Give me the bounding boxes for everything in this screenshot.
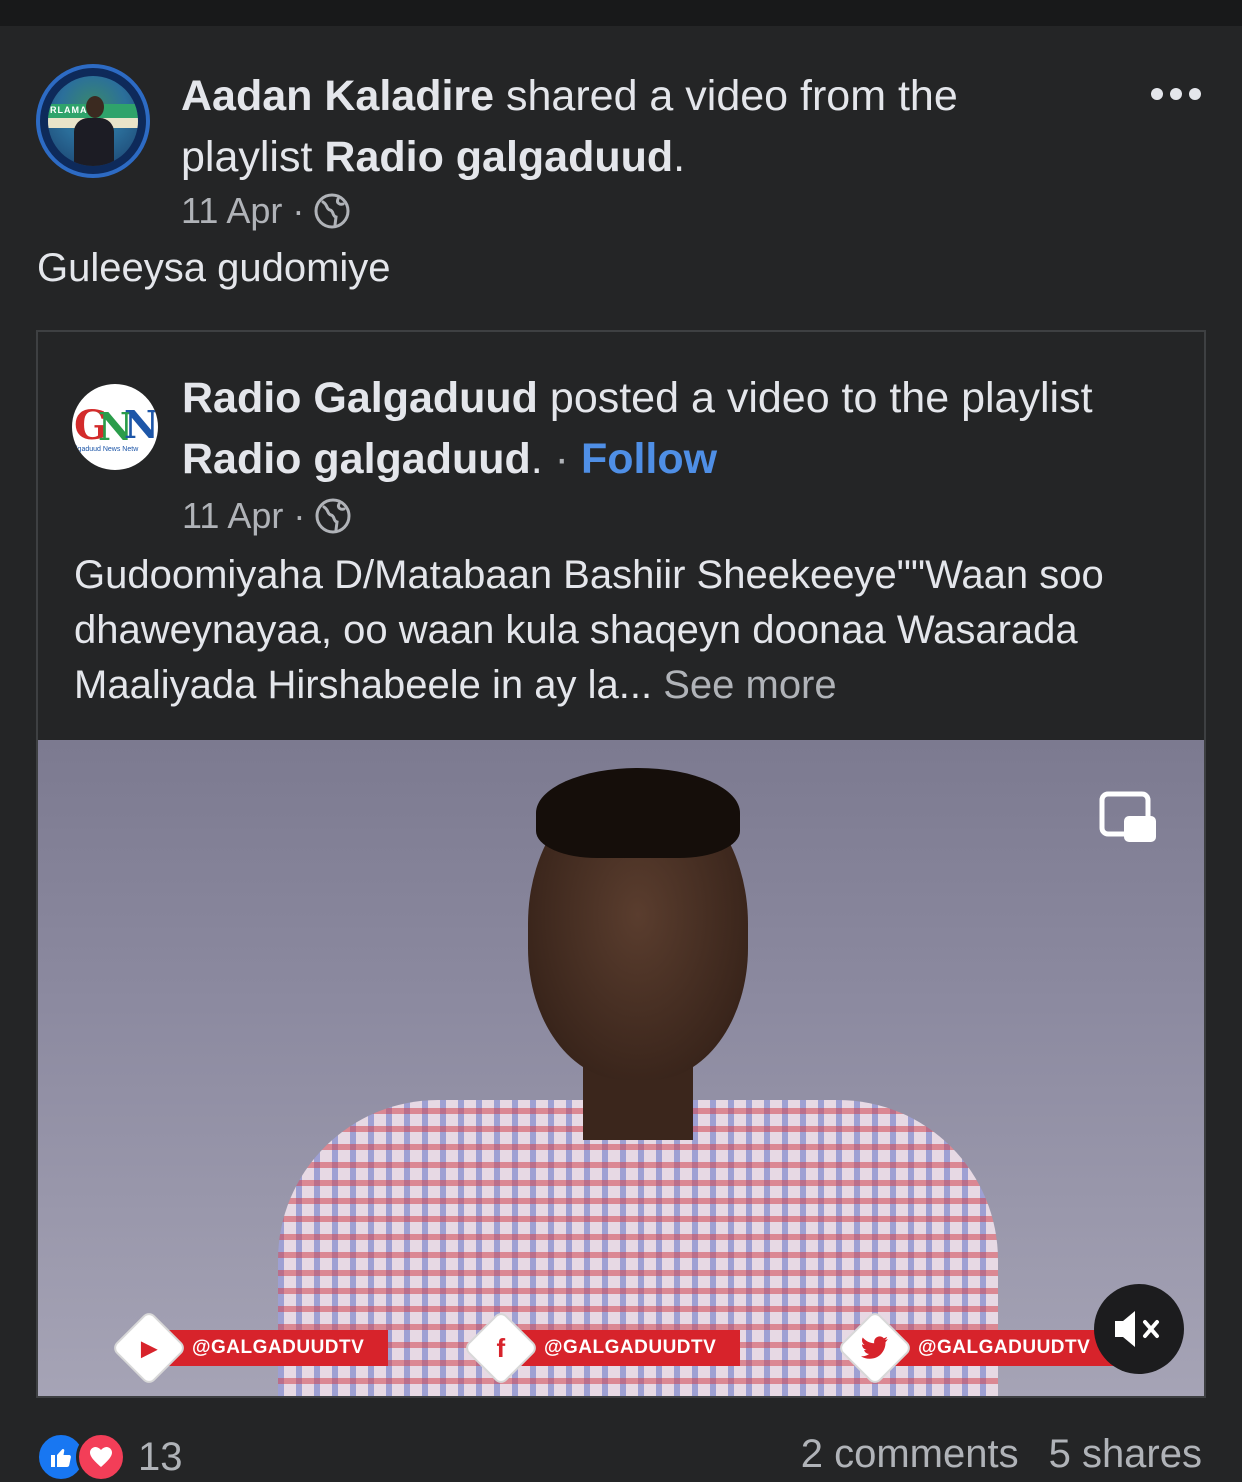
- logo-subtitle: lgaduud News Netw: [76, 446, 139, 453]
- youtube-handle: @GALGADUUDTV: [152, 1330, 389, 1366]
- social-tag-youtube: ▶ @GALGADUUDTV: [113, 1312, 389, 1384]
- globe-icon: [315, 498, 351, 534]
- shared-post-date[interactable]: 11 Apr: [182, 495, 283, 537]
- author-name[interactable]: Aadan Kaladire: [181, 72, 494, 120]
- top-bar: [0, 0, 1242, 26]
- shared-post[interactable]: G N N lgaduud News Netw Radio Galgaduud …: [36, 330, 1206, 1398]
- avatar-person-head: [86, 96, 104, 118]
- facebook-handle: @GALGADUUDTV: [504, 1330, 741, 1366]
- unmute-button[interactable]: [1094, 1284, 1184, 1374]
- post-footer: 13 2 comments 5 shares: [0, 1420, 1242, 1482]
- shared-post-header: Radio Galgaduud posted a video to the pl…: [182, 368, 1182, 490]
- post-caption: Guleeysa gudomiye: [37, 246, 391, 290]
- social-tag-twitter: @GALGADUUDTV: [839, 1312, 1115, 1384]
- post-date[interactable]: 11 Apr: [181, 190, 282, 232]
- meta-dot: ·: [292, 190, 305, 231]
- shared-playlist-link[interactable]: Radio galgaduud: [182, 435, 531, 483]
- post-header: Aadan Kaladire shared a video from the p…: [181, 66, 1061, 188]
- youtube-icon: ▶: [113, 1312, 185, 1384]
- video-player[interactable]: ▶ @GALGADUUDTV f @GALGADUUDTV @GALGADUUD…: [38, 740, 1204, 1396]
- love-reaction-icon: [76, 1432, 126, 1482]
- social-tag-facebook: f @GALGADUUDTV: [465, 1312, 741, 1384]
- more-horizontal-icon: [1151, 88, 1163, 100]
- youtube-glyph: ▶: [140, 1334, 158, 1360]
- twitter-bird-icon: [861, 1336, 888, 1359]
- more-horizontal-icon: [1170, 88, 1182, 100]
- shared-action-text: posted a video to the playlist: [537, 374, 1093, 422]
- shared-post-body: Gudoomiyaha D/Matabaan Bashiir Sheekeeye…: [74, 553, 1104, 707]
- follow-button[interactable]: Follow: [581, 435, 717, 483]
- shares-count[interactable]: 5 shares: [1049, 1432, 1202, 1477]
- post-header-period: .: [673, 133, 686, 181]
- playlist-link[interactable]: Radio galgaduud: [324, 133, 673, 181]
- page-name[interactable]: Radio Galgaduud: [182, 374, 538, 422]
- post-meta: 11 Apr ·: [181, 190, 350, 232]
- video-person-hair: [536, 768, 740, 858]
- twitter-handle: @GALGADUUDTV: [878, 1330, 1115, 1366]
- shared-post-meta: 11 Apr ·: [182, 495, 351, 537]
- page-avatar[interactable]: G N N lgaduud News Netw: [72, 384, 158, 470]
- avatar-image: RLAMA: [48, 76, 138, 166]
- picture-in-picture-icon[interactable]: [1098, 788, 1158, 848]
- reactions-summary[interactable]: 13: [36, 1432, 183, 1482]
- shared-post-text: Gudoomiyaha D/Matabaan Bashiir Sheekeeye…: [74, 548, 1184, 713]
- see-more-link[interactable]: See more: [652, 663, 836, 707]
- globe-icon: [314, 193, 350, 229]
- comments-count[interactable]: 2 comments: [801, 1432, 1019, 1477]
- more-horizontal-icon: [1189, 88, 1201, 100]
- heart-icon: [90, 1447, 112, 1467]
- engagement-stats: 2 comments 5 shares: [801, 1432, 1202, 1477]
- author-avatar[interactable]: RLAMA: [36, 64, 150, 178]
- logo-letter-n-blue: N: [124, 402, 158, 447]
- thumbs-up-icon: [51, 1449, 71, 1467]
- shared-meta-dot: ·: [293, 495, 306, 536]
- avatar-person-body: [74, 118, 114, 166]
- more-options-button[interactable]: [1150, 82, 1202, 106]
- follow-separator: ·: [542, 435, 581, 483]
- shared-header-period: .: [530, 435, 543, 483]
- facebook-glyph: f: [496, 1332, 506, 1363]
- avatar-text: RLAMA: [50, 105, 88, 115]
- muted-speaker-icon: [1115, 1311, 1159, 1347]
